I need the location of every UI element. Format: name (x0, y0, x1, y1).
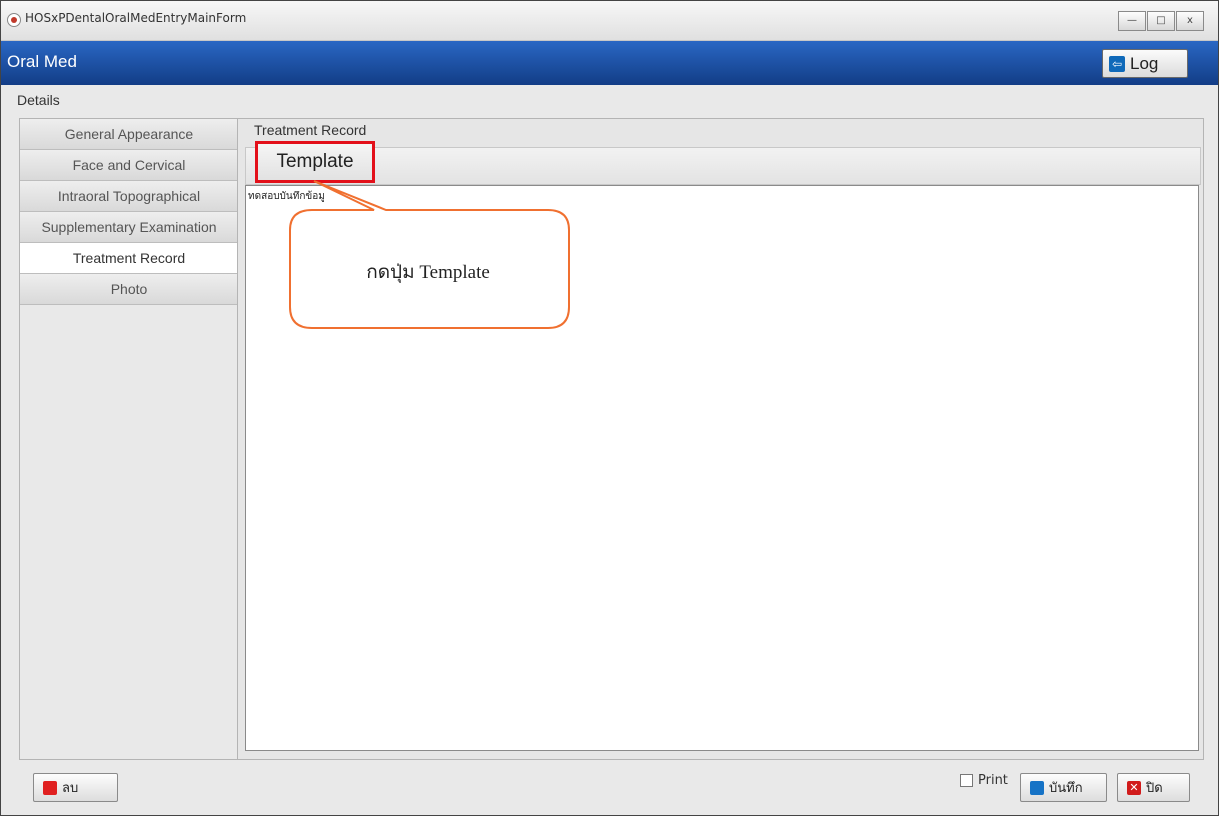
sidebar-item-intraoral-topographical[interactable]: Intraoral Topographical (20, 181, 238, 212)
sidebar-item-photo[interactable]: Photo (20, 274, 238, 305)
close-window-button[interactable]: x (1176, 11, 1204, 31)
close-label: ปิด (1146, 781, 1163, 796)
app-icon (7, 13, 21, 27)
log-button[interactable]: ⇦ Log (1102, 49, 1188, 78)
trash-icon (43, 780, 57, 795)
details-label: Details (17, 92, 60, 108)
panel-title: Treatment Record (254, 122, 367, 138)
bottom-bar: ลบ Print บันทึก ✕ ปิด (1, 760, 1218, 815)
minimize-button[interactable]: — (1118, 11, 1146, 31)
treatment-record-panel: Treatment Record Template ทดสอบบันทึกข้อ… (237, 118, 1204, 760)
maximize-button[interactable]: □ (1147, 11, 1175, 31)
template-button[interactable]: Template (255, 141, 375, 183)
logout-arrow-icon: ⇦ (1109, 55, 1125, 72)
sidebar-item-general-appearance[interactable]: General Appearance (20, 119, 238, 150)
close-button[interactable]: ✕ ปิด (1117, 773, 1190, 802)
close-icon: ✕ (1127, 780, 1141, 795)
save-label: บันทึก (1049, 781, 1083, 796)
sidebar: General Appearance Face and Cervical Int… (19, 118, 239, 760)
log-label: Log (1130, 53, 1159, 73)
header-bar: Oral Med ⇦ Log (1, 41, 1218, 85)
window-title: HOSxPDentalOralMedEntryMainForm (25, 11, 247, 25)
title-bar: HOSxPDentalOralMedEntryMainForm — □ x (1, 1, 1218, 41)
print-label: Print (978, 773, 1008, 788)
print-checkbox-group[interactable]: Print (960, 773, 1008, 788)
sidebar-item-face-cervical[interactable]: Face and Cervical (20, 150, 238, 181)
save-button[interactable]: บันทึก (1020, 773, 1107, 802)
sidebar-item-supplementary-examination[interactable]: Supplementary Examination (20, 212, 238, 243)
save-icon (1030, 780, 1044, 795)
window-controls: — □ x (1117, 11, 1204, 31)
page-title: Oral Med (7, 52, 77, 71)
sidebar-item-treatment-record[interactable]: Treatment Record (20, 243, 238, 274)
print-checkbox[interactable] (960, 774, 973, 787)
delete-button[interactable]: ลบ (33, 773, 118, 802)
editor-content: ทดสอบบันทึกข้อมู (248, 191, 325, 202)
callout-text: กดปุ่ม Template (366, 262, 490, 283)
delete-label: ลบ (62, 781, 79, 796)
main-window: HOSxPDentalOralMedEntryMainForm — □ x Or… (0, 0, 1219, 816)
template-toolbar (245, 147, 1201, 185)
